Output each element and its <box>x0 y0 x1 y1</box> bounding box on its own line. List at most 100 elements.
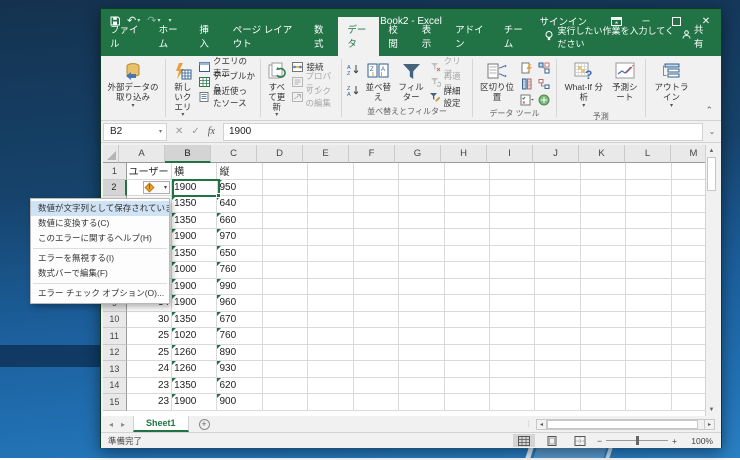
cell[interactable] <box>263 180 308 197</box>
cell[interactable] <box>399 180 444 197</box>
select-all-corner[interactable] <box>103 145 119 163</box>
cell[interactable] <box>399 345 444 362</box>
cell[interactable] <box>354 246 399 263</box>
cell[interactable]: 1350 <box>172 312 217 329</box>
cell[interactable]: 900 <box>217 394 262 411</box>
zoom-percentage[interactable]: 100% <box>683 436 713 446</box>
cell[interactable] <box>399 229 444 246</box>
cell[interactable] <box>399 262 444 279</box>
menu-item[interactable]: 数値に変換する(C) <box>31 216 169 231</box>
sort-button[interactable]: ZA 並べ替え <box>362 58 395 105</box>
column-header-I[interactable]: I <box>487 145 533 163</box>
vertical-scrollbar[interactable]: ▲ ▼ <box>705 145 717 416</box>
cell[interactable] <box>535 378 580 395</box>
cell[interactable] <box>263 279 308 296</box>
row-header-14[interactable]: 14 <box>103 378 127 395</box>
cell[interactable] <box>263 196 308 213</box>
consolidate-icon[interactable] <box>537 61 551 74</box>
ribbon-tab[interactable]: 校閲 <box>379 17 412 56</box>
cell[interactable] <box>354 229 399 246</box>
zoom-out-button[interactable]: − <box>597 436 602 446</box>
cell[interactable] <box>581 279 626 296</box>
tell-me-box[interactable]: 実行したい作業を入力してください <box>545 24 681 56</box>
column-header-G[interactable]: G <box>395 145 441 163</box>
cell[interactable] <box>445 262 490 279</box>
cell[interactable] <box>399 312 444 329</box>
cell[interactable] <box>581 312 626 329</box>
cell[interactable] <box>445 378 490 395</box>
ribbon-tab[interactable]: データ <box>338 17 379 56</box>
cell[interactable] <box>399 279 444 296</box>
cell[interactable]: 1900 <box>172 295 217 312</box>
ribbon-tab[interactable]: 数式 <box>305 17 338 56</box>
what-if-analysis-button[interactable]: ? What-If 分析 ▾ <box>560 58 608 111</box>
column-header-K[interactable]: K <box>579 145 625 163</box>
scroll-down-icon[interactable]: ▼ <box>706 404 717 416</box>
cell[interactable] <box>399 246 444 263</box>
cell[interactable] <box>263 246 308 263</box>
cell[interactable] <box>308 378 353 395</box>
new-sheet-button[interactable]: + <box>189 416 220 432</box>
cell[interactable] <box>263 312 308 329</box>
get-external-data-button[interactable]: 外部データの取り込み ▾ <box>104 58 162 111</box>
cell[interactable] <box>581 328 626 345</box>
cell[interactable]: 30 <box>127 312 172 329</box>
cell[interactable] <box>445 229 490 246</box>
row-header-13[interactable]: 13 <box>103 361 127 378</box>
cell[interactable] <box>535 196 580 213</box>
row-header-10[interactable]: 10 <box>103 312 127 329</box>
ribbon-tab[interactable]: 表示 <box>413 17 446 56</box>
cell[interactable] <box>308 394 353 411</box>
column-header-J[interactable]: J <box>533 145 579 163</box>
cell[interactable] <box>626 246 671 263</box>
cell[interactable] <box>535 213 580 230</box>
cell[interactable] <box>354 262 399 279</box>
cell[interactable] <box>626 312 671 329</box>
cell[interactable] <box>308 312 353 329</box>
cell[interactable] <box>535 246 580 263</box>
cell[interactable] <box>626 180 671 197</box>
splitter-dots[interactable]: ⋮ <box>521 420 536 428</box>
cancel-entry-icon[interactable]: ✕ <box>175 126 183 137</box>
cell[interactable] <box>445 180 490 197</box>
cell[interactable] <box>581 246 626 263</box>
vertical-scroll-thumb[interactable] <box>707 157 716 191</box>
cell[interactable] <box>263 163 308 180</box>
vertical-scroll-track[interactable] <box>706 191 717 404</box>
cell[interactable] <box>263 361 308 378</box>
cell[interactable] <box>490 163 535 180</box>
cell[interactable] <box>535 312 580 329</box>
cell[interactable] <box>581 295 626 312</box>
menu-item[interactable]: エラー チェック オプション(O)... <box>31 286 169 301</box>
cell[interactable] <box>399 394 444 411</box>
horizontal-scroll-track[interactable] <box>547 419 704 430</box>
cell[interactable] <box>490 378 535 395</box>
menu-item[interactable]: 数式バーで編集(F) <box>31 266 169 281</box>
menu-item[interactable]: このエラーに関するヘルプ(H) <box>31 231 169 246</box>
cell[interactable] <box>308 229 353 246</box>
cell[interactable] <box>490 295 535 312</box>
cell[interactable] <box>626 163 671 180</box>
cell[interactable] <box>308 246 353 263</box>
cell[interactable]: 1350 <box>172 246 217 263</box>
cell[interactable]: 25 <box>127 328 172 345</box>
cell[interactable] <box>535 180 580 197</box>
cell[interactable]: 970 <box>217 229 262 246</box>
relationships-icon[interactable] <box>537 77 551 90</box>
expand-formula-bar-icon[interactable]: ⌄ <box>703 127 721 136</box>
scroll-up-icon[interactable]: ▲ <box>706 145 717 157</box>
cell[interactable] <box>445 163 490 180</box>
page-break-preview-button[interactable] <box>569 434 591 447</box>
zoom-in-button[interactable]: + <box>672 436 677 446</box>
cell[interactable] <box>308 196 353 213</box>
cell[interactable] <box>263 213 308 230</box>
remove-duplicates-icon[interactable] <box>520 77 534 90</box>
edit-links-button[interactable]: リンクの編集 <box>290 90 339 104</box>
cell[interactable] <box>354 213 399 230</box>
cell[interactable] <box>535 229 580 246</box>
cell[interactable] <box>354 279 399 296</box>
cell[interactable] <box>354 345 399 362</box>
horizontal-scroll-thumb[interactable] <box>547 420 698 429</box>
sort-descending-button[interactable]: ZA <box>347 83 360 101</box>
ribbon-tab[interactable]: ファイル <box>101 17 150 56</box>
